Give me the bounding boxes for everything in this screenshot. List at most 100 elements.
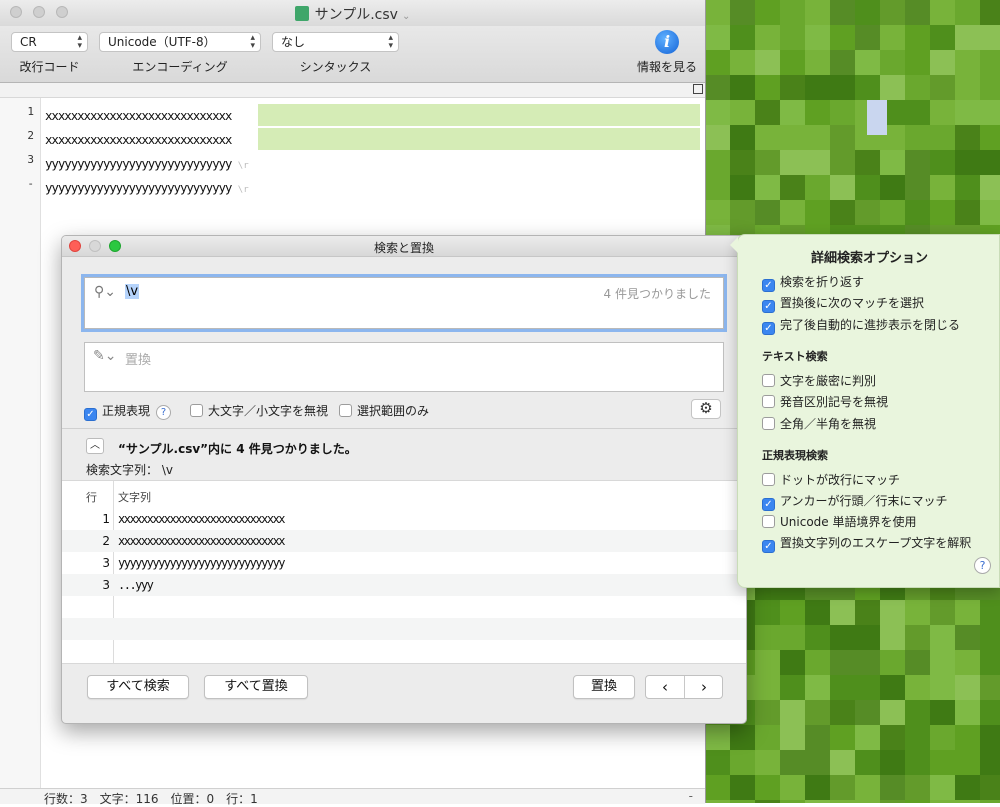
results-table: 行 文字列 1 xxxxxxxxxxxxxxxxxxxxxxxxxxxxx 2 … xyxy=(62,480,746,664)
line-number: 1 xyxy=(27,105,34,118)
option-label: ドットが改行にマッチ xyxy=(780,473,901,487)
select-next-after-replace-checkbox[interactable]: ✓ 置換後に次のマッチを選択 xyxy=(762,294,924,313)
checkbox-icon[interactable] xyxy=(762,395,775,408)
ignore-width-checkbox[interactable]: 全角／半角を無視 xyxy=(762,415,876,432)
background-tile xyxy=(955,150,980,175)
background-tile xyxy=(905,675,930,700)
background-tile xyxy=(730,125,755,150)
line-ending-label: 改行コード xyxy=(19,60,80,74)
checkbox-checked-icon[interactable]: ✓ xyxy=(84,408,97,421)
replace-all-button[interactable]: すべて置換 xyxy=(204,675,308,699)
column-header-line[interactable]: 行 xyxy=(86,489,97,505)
info-label[interactable]: 情報を見る xyxy=(630,58,704,75)
background-tile xyxy=(930,200,955,225)
gear-icon[interactable]: ⚙ xyxy=(691,399,721,419)
checkbox-checked-icon[interactable]: ✓ xyxy=(762,540,775,553)
anchors-match-lines-checkbox[interactable]: ✓ アンカーが行頭／行末にマッチ xyxy=(762,492,948,511)
background-tile xyxy=(755,175,780,200)
option-label: 置換文字列のエスケープ文字を解釈 xyxy=(780,536,972,550)
background-tile xyxy=(855,200,880,225)
strict-match-checkbox[interactable]: 文字を厳密に判別 xyxy=(762,372,876,389)
help-icon[interactable]: ? xyxy=(156,405,172,420)
table-row[interactable]: 3 yyyyyyyyyyyyyyyyyyyyyyyyyyyyy xyxy=(62,552,746,574)
document-title[interactable]: サンプル.csv ⌄ xyxy=(0,4,705,24)
background-tile xyxy=(780,0,805,25)
background-tile xyxy=(780,675,805,700)
status-text: 行数：3 文字：116 位置：0 行：1 xyxy=(44,792,258,806)
background-tile xyxy=(830,775,855,800)
checkbox-checked-icon[interactable]: ✓ xyxy=(762,279,775,292)
editor-line[interactable]: xxxxxxxxxxxxxxxxxxxxxxxxxxxxx xyxy=(45,108,232,123)
info-icon[interactable]: i xyxy=(655,30,679,54)
background-tile xyxy=(805,0,830,25)
background-tile xyxy=(955,175,980,200)
checkbox-icon[interactable] xyxy=(190,404,203,417)
selection-only-checkbox[interactable]: 選択範囲のみ xyxy=(339,402,429,419)
syntax-label: シンタックス xyxy=(299,60,372,74)
search-input[interactable]: ⚲⌄ \v 4 件見つかりました xyxy=(84,277,724,329)
checkbox-icon[interactable] xyxy=(339,404,352,417)
background-tile xyxy=(855,750,880,775)
background-tile xyxy=(855,700,880,725)
search-icon[interactable]: ⚲⌄ xyxy=(94,284,116,300)
checkbox-icon[interactable] xyxy=(762,374,775,387)
line-number: 2 xyxy=(27,129,34,142)
auto-close-progress-checkbox[interactable]: ✓ 完了後自動的に進捗表示を閉じる xyxy=(762,316,960,335)
table-row[interactable]: 1 xxxxxxxxxxxxxxxxxxxxxxxxxxxxx xyxy=(62,508,746,530)
background-tile xyxy=(805,75,830,100)
ignore-diacritics-checkbox[interactable]: 発音区別記号を無視 xyxy=(762,393,888,410)
dot-matches-newline-checkbox[interactable]: ドットが改行にマッチ xyxy=(762,471,900,488)
ignore-case-checkbox[interactable]: 大文字／小文字を無視 xyxy=(190,402,328,419)
collapse-results-button[interactable]: ︿ xyxy=(86,438,104,454)
background-tile xyxy=(980,125,1000,150)
ignore-case-label: 大文字／小文字を無視 xyxy=(208,404,329,418)
option-label: 置換後に次のマッチを選択 xyxy=(780,296,925,310)
help-icon[interactable]: ? xyxy=(974,557,991,574)
pencil-icon[interactable]: ✎⌄ xyxy=(93,348,116,364)
column-header-text[interactable]: 文字列 xyxy=(118,489,151,505)
regex-search-heading: 正規表現検索 xyxy=(762,449,828,462)
popover-arrow xyxy=(730,237,738,253)
wrap-search-checkbox[interactable]: ✓ 検索を折り返す xyxy=(762,273,864,292)
interpret-escapes-checkbox[interactable]: ✓ 置換文字列のエスケープ文字を解釈 xyxy=(762,534,971,553)
encoding-select[interactable]: Unicode（UTF-8） ▴ ▾ xyxy=(99,32,261,52)
chevron-right-icon[interactable]: › xyxy=(685,677,723,697)
encoding-label: エンコーディング xyxy=(132,60,228,74)
checkbox-icon[interactable] xyxy=(762,473,775,486)
stepper-icon: ▴ ▾ xyxy=(77,33,82,51)
editor-line[interactable]: yyyyyyyyyyyyyyyyyyyyyyyyyyyyy \r xyxy=(45,180,249,195)
replace-button[interactable]: 置換 xyxy=(573,675,635,699)
table-row[interactable]: 3 ...yyy xyxy=(62,574,746,596)
checkbox-checked-icon[interactable]: ✓ xyxy=(762,498,775,511)
match-highlight xyxy=(258,104,700,126)
syntax-select[interactable]: なし ▴ ▾ xyxy=(272,32,399,52)
checkbox-icon[interactable] xyxy=(762,417,775,430)
background-tile xyxy=(705,75,730,100)
editor-line[interactable]: yyyyyyyyyyyyyyyyyyyyyyyyyyyyy \r xyxy=(45,156,249,171)
split-view-icon[interactable] xyxy=(693,84,703,94)
background-tile xyxy=(730,175,755,200)
checkbox-checked-icon[interactable]: ✓ xyxy=(762,322,775,335)
background-tile xyxy=(980,625,1000,650)
row-line-number: 2 xyxy=(102,534,110,548)
find-all-button[interactable]: すべて検索 xyxy=(87,675,189,699)
checkbox-icon[interactable] xyxy=(762,515,775,528)
background-tile xyxy=(730,100,755,125)
row-line-number: 3 xyxy=(102,556,110,570)
table-row[interactable]: 2 xxxxxxxxxxxxxxxxxxxxxxxxxxxxx xyxy=(62,530,746,552)
empty-row xyxy=(62,640,746,662)
line-ending-select[interactable]: CR ▴ ▾ xyxy=(11,32,88,52)
checkbox-checked-icon[interactable]: ✓ xyxy=(762,300,775,313)
background-tile xyxy=(905,750,930,775)
background-tile xyxy=(830,100,855,125)
background-tile xyxy=(780,750,805,775)
replace-input[interactable]: ✎⌄ 置換 xyxy=(84,342,724,392)
background-tile xyxy=(855,725,880,750)
chevron-up-icon: ︿ xyxy=(90,440,100,451)
background-tile xyxy=(955,750,980,775)
editor-line[interactable]: xxxxxxxxxxxxxxxxxxxxxxxxxxxxx xyxy=(45,132,232,147)
regex-checkbox[interactable]: ✓ 正規表現? xyxy=(84,402,172,421)
chevron-left-icon[interactable]: ‹ xyxy=(646,677,684,697)
option-label: 完了後自動的に進捗表示を閉じる xyxy=(780,318,961,332)
unicode-word-boundary-checkbox[interactable]: Unicode 単語境界を使用 xyxy=(762,513,916,530)
